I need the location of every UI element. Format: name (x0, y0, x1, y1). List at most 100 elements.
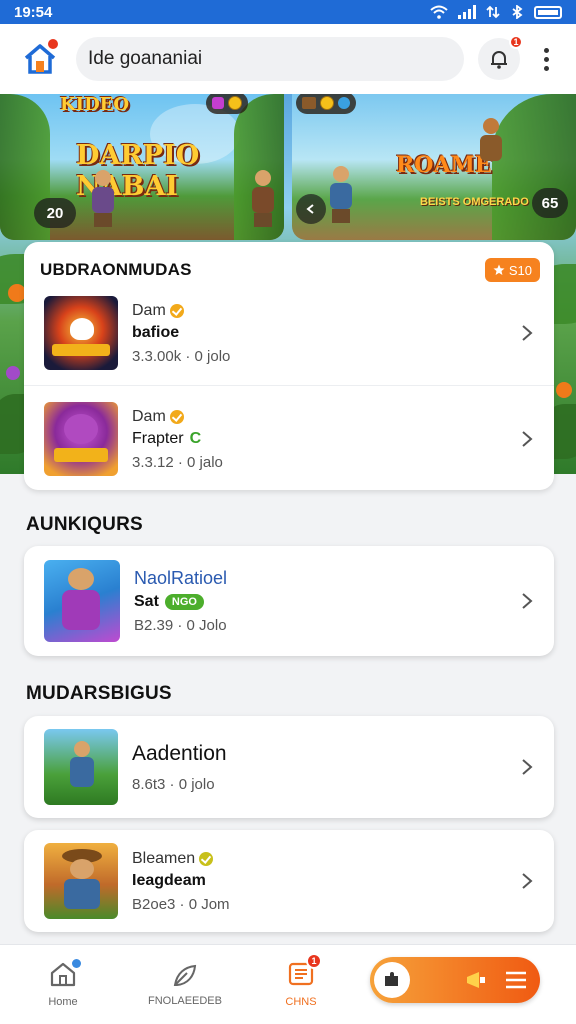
bottom-navigation: Home FNOLAEEDEB 1 CHNS (0, 944, 576, 1024)
menu-icon[interactable] (504, 970, 528, 990)
home-button[interactable] (18, 37, 62, 81)
game-thumbnail (44, 296, 118, 370)
more-options-button[interactable] (534, 39, 558, 79)
open-item-button[interactable] (512, 586, 542, 616)
data-transfer-icon (486, 5, 500, 19)
dot (543, 65, 549, 71)
quick-action-pill[interactable] (370, 957, 540, 1003)
featured-banner-right[interactable]: ROAME BEISTS OMGERADO 65 (292, 94, 576, 240)
nav-home[interactable]: Home (8, 959, 118, 1008)
item-developer: Bleamen (132, 849, 196, 867)
item-developer: Dam (132, 407, 166, 425)
banner-score: 65 (532, 188, 568, 218)
item-meta: NaolRatioel Sat NGO B2.39 · 0 Jolo (134, 568, 512, 634)
character-figure (68, 568, 94, 590)
item-extra: C (189, 429, 202, 447)
list-card[interactable]: NaolRatioel Sat NGO B2.39 · 0 Jolo (24, 546, 554, 656)
open-item-button[interactable] (512, 866, 542, 896)
item-meta: Aadention 8.6t3 · 0 jolo (132, 742, 512, 793)
wifi-icon (430, 5, 448, 19)
item-line2: Sat NGO (134, 593, 512, 611)
nav-chns-badge: 1 (306, 953, 322, 969)
game-thumbnail (44, 729, 118, 805)
list-item[interactable]: Bleamen Ieagdeam B2oe3 · 0 Jom (24, 843, 554, 919)
status-icons (430, 5, 562, 19)
divider (24, 385, 554, 386)
nav-feed-label: FNOLAEEDEB (148, 994, 222, 1007)
nav-home-dot (72, 959, 81, 968)
chevron-right-icon (522, 759, 533, 775)
purple-flower (6, 366, 20, 380)
character-body (62, 590, 100, 630)
item-stats: 3.3.12 · 0 jalo (132, 453, 223, 471)
character-figure (70, 859, 94, 879)
open-item-button[interactable] (512, 318, 542, 348)
megaphone-icon[interactable] (464, 969, 490, 991)
rating-badge-text: S10 (508, 262, 532, 278)
chevron-right-icon (522, 325, 533, 341)
currency-chip (206, 94, 248, 114)
verified-icon (199, 851, 214, 866)
character-body (64, 879, 100, 909)
open-item-button[interactable] (512, 752, 542, 782)
featured-banner-left[interactable]: KIDEO DARPIO NABAI 20 (0, 94, 284, 240)
game-thumbnail (44, 560, 120, 642)
thumb-banner (54, 448, 108, 462)
status-time: 19:54 (14, 3, 53, 21)
quick-action-left[interactable] (374, 962, 410, 998)
verified-icon (169, 409, 184, 424)
search-input[interactable]: Ide goananiai (76, 37, 464, 81)
list-card[interactable]: Bleamen Ieagdeam B2oe3 · 0 Jom (24, 830, 554, 932)
list-card[interactable]: Aadention 8.6t3 · 0 jolo (24, 716, 554, 818)
currency-chip (296, 94, 356, 114)
game-thumbnail (44, 402, 118, 476)
item-stats: 3.3.00k · 0 jolo (132, 347, 231, 365)
item-line1: Dam (132, 408, 512, 426)
item-line1: Dam (132, 302, 512, 320)
battery-icon (534, 5, 562, 19)
character-figure (74, 741, 90, 757)
character-body (70, 757, 94, 787)
gem-icon (212, 97, 224, 109)
item-meta: Dam bafioe 3.3.00k · 0 jolo (132, 302, 512, 365)
dot (543, 56, 549, 62)
chevron-right-icon (522, 593, 533, 609)
item-developer: NaolRatioel (134, 568, 228, 588)
chevron-left-icon (306, 204, 314, 214)
home-badge (46, 37, 60, 51)
notifications-button[interactable]: 1 (478, 35, 523, 80)
list-item[interactable]: Dam bafioe 3.3.00k · 0 jolo (24, 288, 554, 378)
list-item[interactable]: NaolRatioel Sat NGO B2.39 · 0 Jolo (24, 560, 554, 642)
nav-feed[interactable]: FNOLAEEDEB (130, 963, 240, 1007)
rating-badge: S10 (484, 258, 540, 282)
list-item[interactable]: Aadention 8.6t3 · 0 jolo (24, 729, 554, 805)
item-meta: Dam Frapter C 3.3.12 · 0 jalo (132, 408, 512, 471)
app-bar: Ide goananiai 1 (0, 24, 576, 94)
item-stats: B2.39 · 0 Jolo (134, 617, 227, 634)
leaf-icon (173, 964, 197, 986)
item-title: Aadention (132, 741, 227, 765)
gem-icon (338, 97, 350, 109)
nav-chns[interactable]: 1 CHNS (246, 953, 356, 1008)
verified-icon (169, 303, 184, 318)
banner-logo-text: KIDEO (60, 94, 130, 115)
item-title: Sat (134, 593, 159, 610)
item-title: bafioe (132, 323, 180, 341)
item-meta: Bleamen Ieagdeam B2oe3 · 0 Jom (132, 850, 512, 913)
section-card-group: UBDRAONMUDAS S10 Dam bafioe 3.3.00k · 0 … (24, 242, 554, 490)
puzzle-icon (385, 972, 398, 986)
banner-caption: BEISTS OMGERADO (420, 196, 529, 208)
item-line2: Frapter C (132, 430, 512, 448)
bluetooth-icon (512, 5, 523, 19)
open-item-button[interactable] (512, 424, 542, 454)
thumb-banner (52, 344, 110, 356)
list-item[interactable]: Dam Frapter C 3.3.12 · 0 jalo (24, 394, 554, 484)
section-title: MUDARSBIGUS (26, 683, 172, 704)
coin-icon (228, 96, 242, 110)
section-title: UBDRAONMUDAS (40, 260, 192, 279)
banner-title: ROAME (396, 152, 492, 178)
character-figure (92, 170, 114, 227)
back-arrow-button[interactable] (296, 194, 326, 224)
status-bar: 19:54 (0, 0, 576, 24)
banner-counter: 20 (34, 198, 76, 228)
